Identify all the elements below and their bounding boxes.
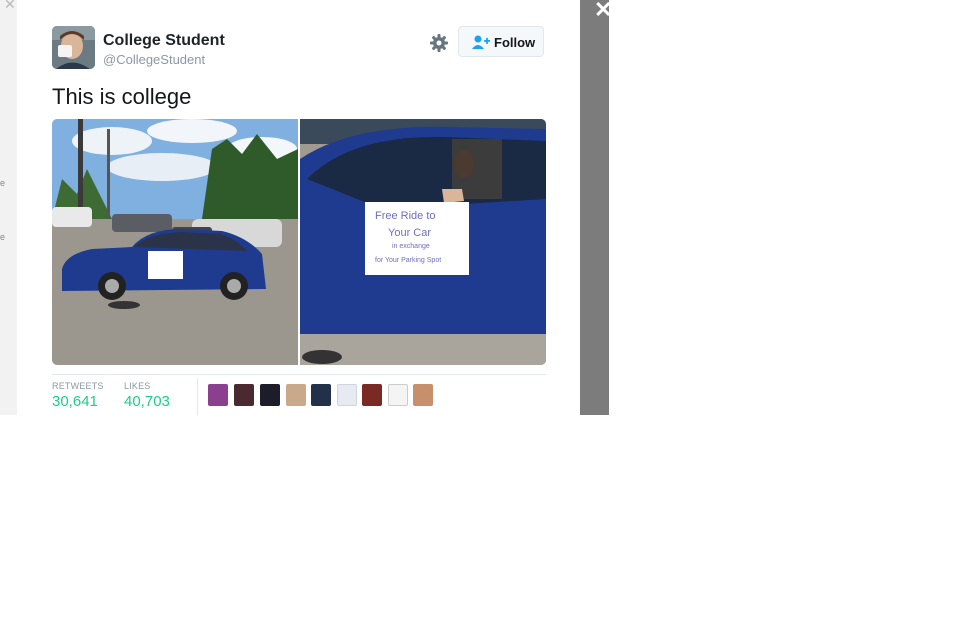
modal-overlay[interactable]: ✕ e e College Student @CollegeStudent Fo… xyxy=(0,0,609,415)
liker-avatar[interactable] xyxy=(413,384,433,406)
background-page-strip: ✕ e e xyxy=(0,0,17,415)
liker-avatar[interactable] xyxy=(208,384,228,406)
close-icon[interactable]: ✕ xyxy=(594,0,609,22)
stats-divider xyxy=(52,374,546,375)
liker-avatar[interactable] xyxy=(337,384,357,406)
tweet-card: College Student @CollegeStudent Follow T… xyxy=(17,0,580,415)
svg-text:for Your Parking Spot: for Your Parking Spot xyxy=(375,257,441,264)
liker-avatar[interactable] xyxy=(311,384,331,406)
liker-avatar[interactable] xyxy=(234,384,254,406)
gear-icon[interactable] xyxy=(428,32,450,54)
background-text-fragment: e xyxy=(0,232,6,242)
likes-label: LIKES xyxy=(124,381,151,391)
tweet-text: This is college xyxy=(52,84,192,109)
svg-text:in exchange: in exchange xyxy=(392,243,430,250)
background-close-icon: ✕ xyxy=(4,0,16,12)
liker-avatar[interactable] xyxy=(362,384,382,406)
stats-separator xyxy=(197,378,198,415)
media-photo-right: Free Ride to Your Car in exchange for Yo… xyxy=(300,119,546,365)
media-photo-left xyxy=(52,119,298,365)
likes-count[interactable]: 40,703 xyxy=(124,393,170,410)
add-user-icon xyxy=(472,34,490,50)
display-name[interactable]: College Student xyxy=(103,32,225,50)
svg-text:Your Car: Your Car xyxy=(388,227,431,239)
avatar[interactable] xyxy=(52,26,95,69)
svg-text:Free Ride to: Free Ride to xyxy=(375,210,436,222)
retweets-count[interactable]: 30,641 xyxy=(52,393,98,410)
liker-avatar[interactable] xyxy=(260,384,280,406)
follow-button[interactable]: Follow xyxy=(458,26,544,57)
user-handle[interactable]: @CollegeStudent xyxy=(103,52,205,67)
tweet-media[interactable]: Free Ride to Your Car in exchange for Yo… xyxy=(52,119,546,365)
liker-avatar[interactable] xyxy=(286,384,306,406)
liker-avatar[interactable] xyxy=(388,384,408,406)
background-text-fragment: e xyxy=(0,178,6,188)
follow-label: Follow xyxy=(494,35,536,50)
retweets-label: RETWEETS xyxy=(52,381,104,391)
